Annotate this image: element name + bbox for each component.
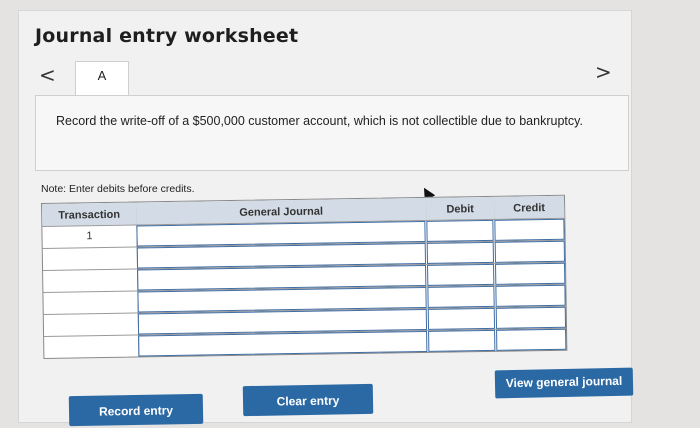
credit-input[interactable] <box>494 218 565 241</box>
credit-input[interactable] <box>495 306 567 329</box>
general-journal-input[interactable] <box>138 330 428 357</box>
view-general-journal-button[interactable]: View general journal <box>494 367 634 399</box>
header-credit: Credit <box>493 195 565 219</box>
debit-input[interactable] <box>427 285 495 308</box>
debit-input[interactable] <box>426 219 494 242</box>
credit-input[interactable] <box>494 240 565 263</box>
prompt-text: Record the write-off of a $500,000 custo… <box>56 114 583 128</box>
tab-a[interactable]: A <box>75 61 129 98</box>
credit-input[interactable] <box>496 328 567 351</box>
transaction-cell <box>43 313 140 336</box>
transaction-cell <box>42 247 139 270</box>
worksheet-panel: Journal entry worksheet < A > Record the… <box>18 10 634 427</box>
transaction-cell <box>43 291 139 314</box>
prev-arrow-icon[interactable]: < <box>39 65 56 85</box>
debit-input[interactable] <box>427 263 495 286</box>
page-title: Journal entry worksheet <box>35 25 299 47</box>
header-debit: Debit <box>425 196 496 220</box>
next-arrow-icon[interactable]: > <box>595 62 612 82</box>
credit-input[interactable] <box>495 262 566 285</box>
prompt-box: Record the write-off of a $500,000 custo… <box>35 95 629 171</box>
header-transaction: Transaction <box>42 202 138 226</box>
transaction-cell <box>43 269 139 292</box>
journal-table: Transaction General Journal Debit Credit… <box>41 194 568 359</box>
debit-input[interactable] <box>426 241 494 264</box>
transaction-cell <box>44 335 140 358</box>
debit-input[interactable] <box>427 307 496 330</box>
credit-input[interactable] <box>495 284 566 307</box>
debit-input[interactable] <box>428 329 496 352</box>
note-text: Note: Enter debits before credits. <box>41 183 195 195</box>
transaction-cell: 1 <box>42 225 138 248</box>
record-entry-button[interactable]: Record entry <box>68 393 204 427</box>
clear-entry-button[interactable]: Clear entry <box>242 383 374 417</box>
